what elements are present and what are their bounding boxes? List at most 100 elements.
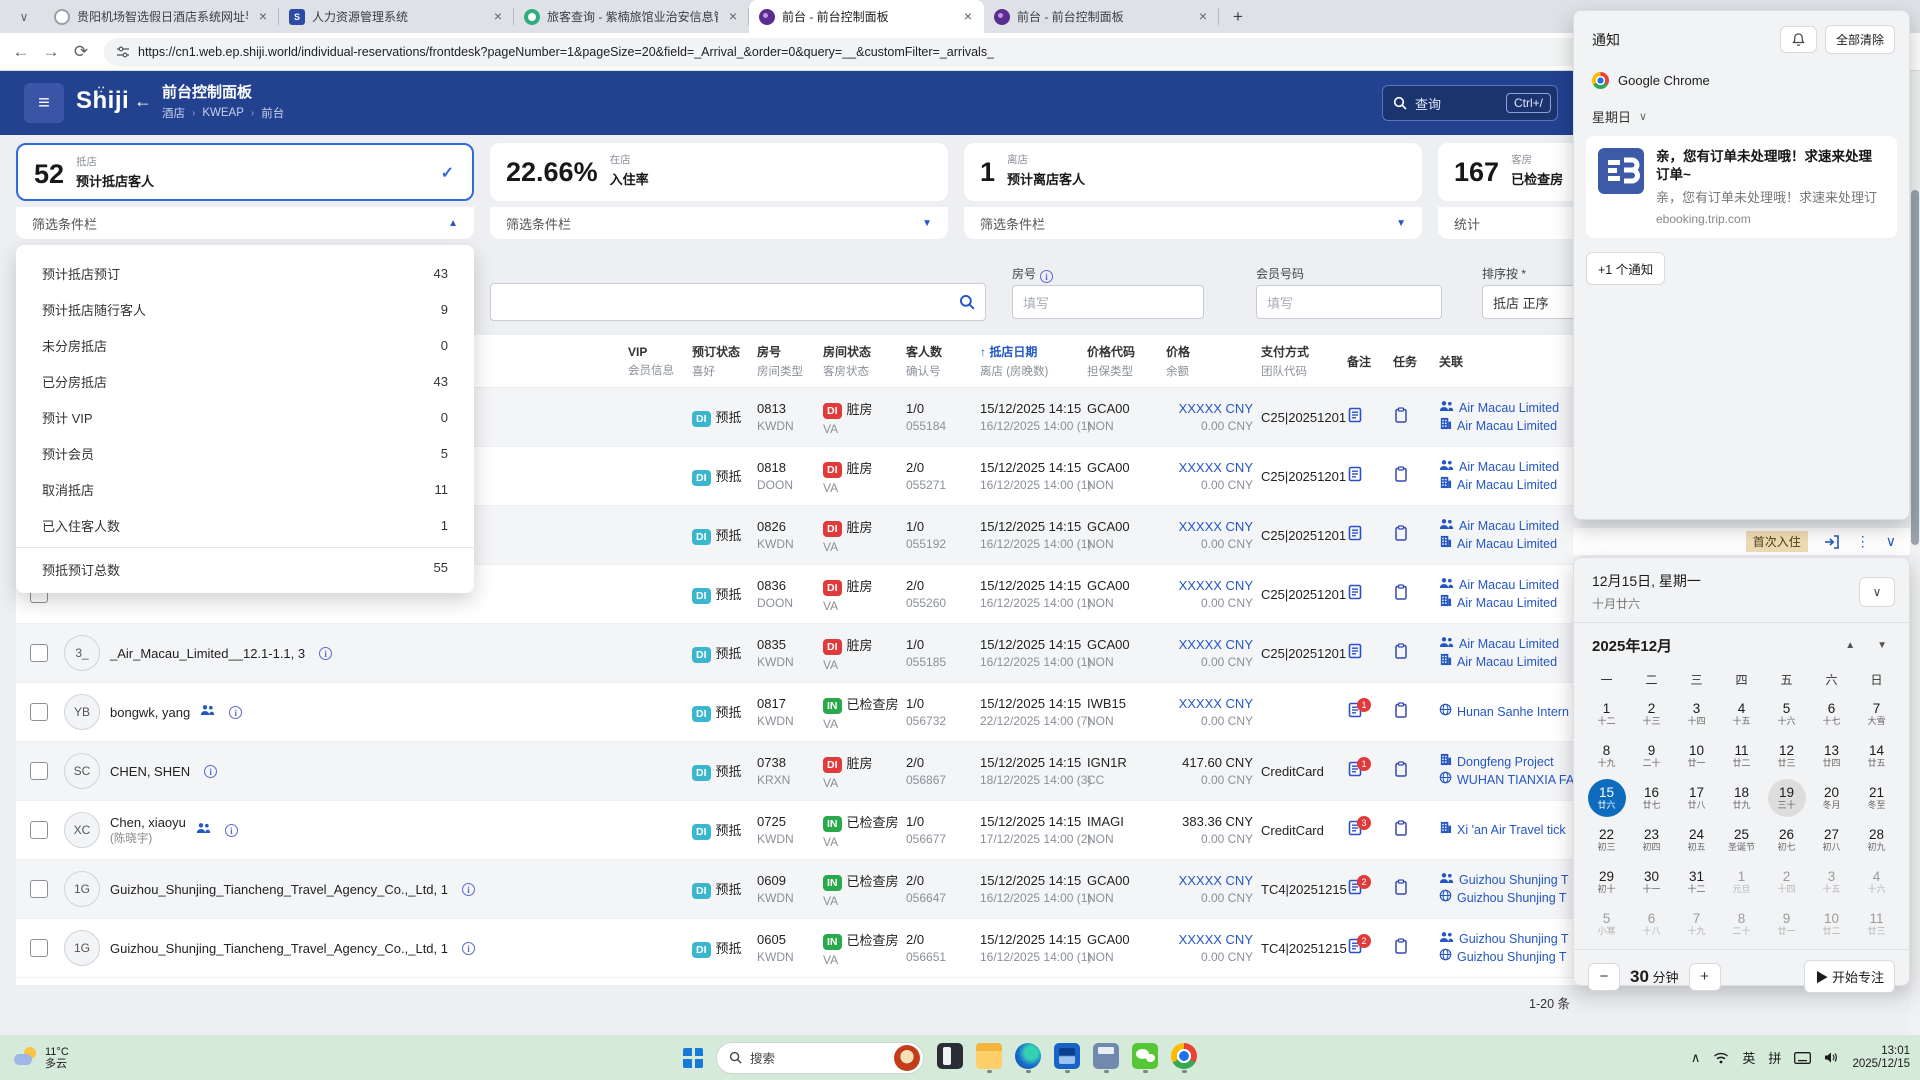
column-header[interactable]: 预订状态喜好 [692, 343, 757, 379]
taskbar-app-edge[interactable] [1015, 1043, 1041, 1073]
linked-profile[interactable]: Dongfeng Project [1439, 753, 1580, 771]
calendar-day[interactable]: 8二十 [1719, 903, 1764, 945]
linked-profile[interactable]: Air Macau Limited [1439, 594, 1580, 612]
task-icon[interactable] [1393, 528, 1409, 545]
info-icon[interactable]: i [462, 942, 475, 955]
taskbar-app-explorer[interactable] [976, 1043, 1002, 1073]
linked-profile[interactable]: Air Macau Limited [1439, 517, 1580, 535]
dropdown-item[interactable]: 已入住客人数1 [16, 507, 474, 543]
calendar-day[interactable]: 4十六 [1854, 861, 1899, 903]
member-number-input[interactable]: 填写 [1256, 285, 1442, 319]
tab-close-icon[interactable]: × [1195, 9, 1211, 25]
focus-plus-button[interactable]: + [1689, 963, 1721, 991]
show-hidden-icons[interactable]: ∧ [1691, 1050, 1701, 1066]
calendar-day[interactable]: 22初三 [1584, 819, 1629, 861]
calendar-day[interactable]: 21冬至 [1854, 777, 1899, 819]
note-icon[interactable]: 2 [1347, 882, 1363, 899]
taskbar-weather-widget[interactable]: 11°C 多云 [14, 1046, 69, 1070]
dropdown-item[interactable]: 预计 VIP0 [16, 399, 474, 435]
calendar-day[interactable]: 19三十 [1764, 777, 1809, 819]
info-icon[interactable]: i [229, 706, 242, 719]
start-button-icon[interactable] [683, 1048, 703, 1068]
note-icon[interactable] [1347, 587, 1363, 604]
wifi-icon[interactable] [1713, 1052, 1729, 1064]
calendar-day[interactable]: 3十四 [1674, 693, 1719, 735]
calendar-day[interactable]: 27初八 [1809, 819, 1854, 861]
task-icon[interactable] [1393, 587, 1409, 604]
column-header[interactable]: 支付方式团队代码 [1261, 343, 1347, 379]
tab-close-icon[interactable]: × [960, 9, 976, 25]
dropdown-item[interactable]: 取消抵店11 [16, 471, 474, 507]
calendar-day[interactable]: 26初七 [1764, 819, 1809, 861]
linked-profile[interactable]: Air Macau Limited [1439, 653, 1580, 671]
calendar-day[interactable]: 15廿六 [1584, 777, 1629, 819]
more-notifications-button[interactable]: +1 个通知 [1586, 252, 1665, 285]
calendar-day[interactable]: 23初四 [1629, 819, 1674, 861]
browser-tab[interactable]: 贵阳机场智选假日酒店系统网址导× [44, 0, 279, 33]
linked-profile[interactable]: Air Macau Limited [1439, 399, 1580, 417]
calendar-collapse-button[interactable]: ∨ [1859, 577, 1895, 607]
task-icon[interactable] [1393, 882, 1409, 899]
calendar-day[interactable]: 31十二 [1674, 861, 1719, 903]
column-header[interactable]: 关联 [1439, 353, 1580, 370]
note-icon[interactable] [1347, 528, 1363, 545]
row-checkbox[interactable] [30, 880, 48, 898]
taskbar-app-wechat[interactable] [1132, 1043, 1158, 1073]
calendar-day[interactable]: 8十九 [1584, 735, 1629, 777]
more-actions-icon[interactable]: ⋮ [1856, 533, 1870, 550]
browser-tab[interactable]: S人力资源管理系统× [279, 0, 514, 33]
note-icon[interactable] [1347, 410, 1363, 427]
calendar-day[interactable]: 7大雪 [1854, 693, 1899, 735]
check-in-icon[interactable] [1824, 535, 1840, 549]
info-icon[interactable]: i [1040, 270, 1053, 283]
calendar-day[interactable]: 10廿一 [1674, 735, 1719, 777]
wechat-icon[interactable] [1132, 1043, 1158, 1069]
calendar-day[interactable]: 18廿九 [1719, 777, 1764, 819]
back-icon[interactable]: ← [6, 42, 36, 62]
calendar-day[interactable]: 13廿四 [1809, 735, 1854, 777]
task-icon[interactable] [1393, 469, 1409, 486]
clear-all-button[interactable]: 全部清除 [1825, 25, 1895, 54]
taskbar-app-calculator[interactable] [1093, 1043, 1119, 1073]
calendar-day[interactable]: 25圣诞节 [1719, 819, 1764, 861]
calendar-day[interactable]: 1元旦 [1719, 861, 1764, 903]
row-checkbox[interactable] [30, 644, 48, 662]
keyboard-icon[interactable] [1794, 1052, 1811, 1064]
room-number-input[interactable]: 填写 [1012, 285, 1204, 319]
group-guests-icon[interactable] [200, 703, 215, 721]
stat-card-departures[interactable]: 1 离店 预计离店客人 [964, 143, 1422, 201]
file-explorer-icon[interactable] [976, 1043, 1002, 1069]
page-scrollbar[interactable] [1910, 71, 1920, 1035]
tab-close-icon[interactable]: × [490, 9, 506, 25]
search-highlight-image[interactable] [894, 1045, 920, 1071]
linked-profile[interactable]: Guizhou Shunjing T [1439, 948, 1580, 966]
calendar-day[interactable]: 24初五 [1674, 819, 1719, 861]
table-row[interactable]: SCCHEN, SHENiDI预抵0738KRXNDI脏房VA2/0056867… [16, 742, 1580, 801]
browser-tab[interactable]: 前台 - 前台控制面板× [984, 0, 1219, 33]
guest-name[interactable]: Chen, xiaoyu [110, 815, 186, 830]
site-settings-icon[interactable] [116, 45, 130, 59]
linked-profile[interactable]: Air Macau Limited [1439, 576, 1580, 594]
task-icon[interactable] [1393, 764, 1409, 781]
calendar-day[interactable]: 20冬月 [1809, 777, 1854, 819]
row-checkbox[interactable] [30, 703, 48, 721]
note-icon[interactable] [1347, 469, 1363, 486]
device-app-icon[interactable] [937, 1043, 963, 1069]
calendar-day[interactable]: 16廿七 [1629, 777, 1674, 819]
calendar-day[interactable]: 10廿二 [1809, 903, 1854, 945]
calendar-day[interactable]: 11廿二 [1719, 735, 1764, 777]
info-icon[interactable]: i [319, 647, 332, 660]
tab-close-icon[interactable]: × [255, 9, 271, 25]
task-icon[interactable] [1393, 410, 1409, 427]
calendar-day[interactable]: 5小寒 [1584, 903, 1629, 945]
calendar-day[interactable]: 30十一 [1629, 861, 1674, 903]
guest-name[interactable]: _Air_Macau_Limited__12.1-1.1, 3 [110, 646, 305, 661]
dropdown-item[interactable]: 已分房抵店43 [16, 363, 474, 399]
stat-card-arrivals[interactable]: 52 抵店 预计抵店客人 ✓ [16, 143, 474, 201]
note-icon[interactable]: 1 [1347, 764, 1363, 781]
guest-name[interactable]: CHEN, SHEN [110, 764, 190, 779]
edge-icon[interactable] [1015, 1043, 1041, 1069]
column-header[interactable]: 客人数确认号 [906, 343, 980, 379]
linked-profile[interactable]: Air Macau Limited [1439, 535, 1580, 553]
column-header[interactable]: 房号房间类型 [757, 343, 823, 379]
